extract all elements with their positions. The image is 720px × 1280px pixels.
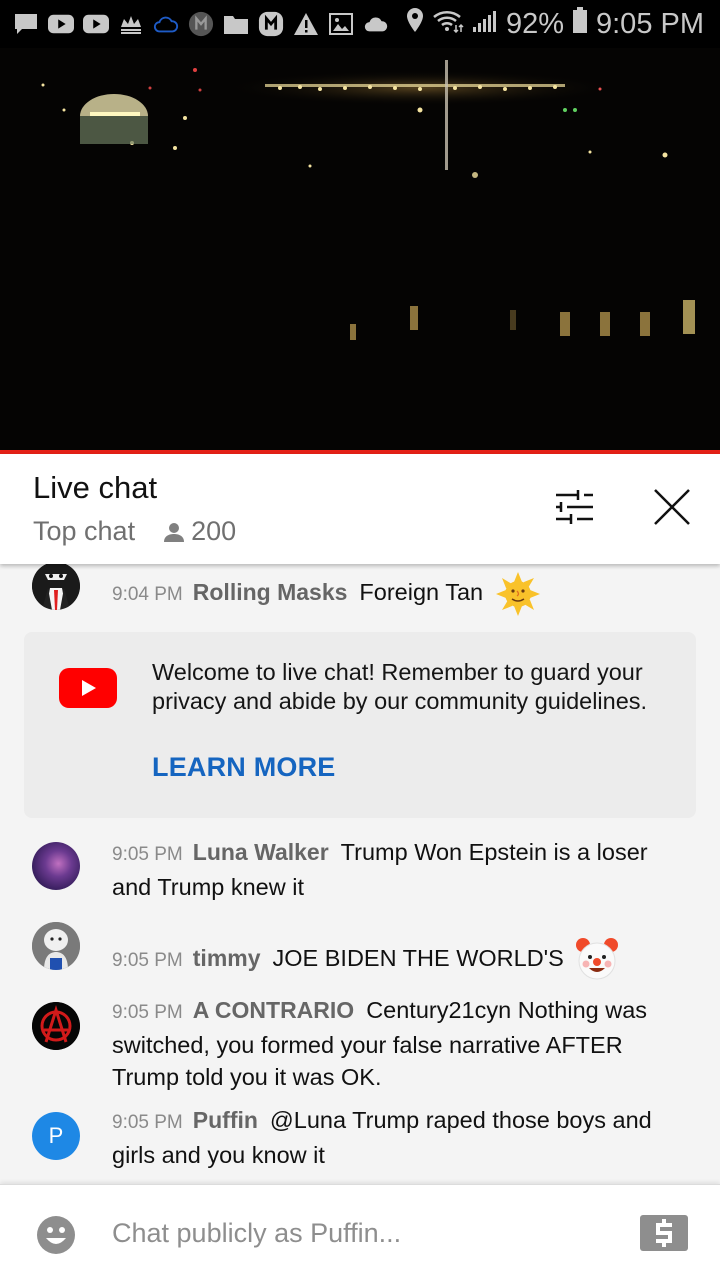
welcome-message: Welcome to live chat! Remember to guard … — [152, 659, 648, 714]
emoji-picker-button[interactable] — [36, 1215, 76, 1255]
youtube-logo-icon — [59, 668, 117, 708]
video-frame — [0, 48, 720, 450]
signal-icon — [472, 8, 498, 41]
anarchy-symbol-icon — [32, 1002, 80, 1050]
cloud-outline-icon — [153, 11, 179, 37]
flagpole — [445, 60, 448, 170]
message-content: 9:04 PM Rolling Masks Foreign Tan — [112, 572, 682, 616]
message-author[interactable]: Rolling Masks — [193, 579, 348, 605]
super-chat-button[interactable] — [640, 1215, 688, 1251]
close-icon — [654, 489, 690, 525]
battery-icon — [572, 6, 588, 42]
avatar[interactable] — [32, 564, 80, 610]
sliders-icon — [556, 490, 593, 524]
mask-avatar-icon — [32, 564, 80, 610]
person-icon — [164, 522, 185, 542]
message-author[interactable]: Puffin — [193, 1107, 258, 1133]
live-chat-title: Live chat — [33, 470, 158, 505]
chat-messages-list[interactable]: 9:04 PM Rolling Masks Foreign Tan Welcome … — [0, 564, 720, 1184]
message-author[interactable]: Luna Walker — [193, 839, 329, 865]
avatar[interactable]: P — [32, 1112, 80, 1160]
message-author[interactable]: A CONTRARIO — [193, 997, 354, 1023]
message-timestamp: 9:05 PM — [112, 1112, 183, 1133]
status-bar: 92% 9:05 PM — [0, 0, 720, 48]
avatar-initial: P — [48, 1123, 64, 1148]
message-timestamp: 9:04 PM — [112, 584, 183, 606]
message-icon — [13, 11, 39, 37]
live-chat-header: Live chat Top chat 200 — [0, 454, 720, 564]
message-content: 9:05 PM Puffin @Luna Trump raped those boy… — [112, 1104, 682, 1171]
message-text: JOE BIDEN THE WORLD'S — [272, 945, 564, 972]
cloud-icon — [363, 11, 389, 37]
sun-with-face-emoji — [490, 572, 542, 616]
avatar[interactable] — [32, 1002, 80, 1050]
mascot-avatar-icon — [32, 922, 80, 970]
message-timestamp: 9:05 PM — [112, 1002, 183, 1023]
smiley-icon — [37, 1216, 75, 1254]
avatar[interactable] — [32, 842, 80, 890]
chat-mode-row[interactable]: Top chat 200 — [33, 516, 236, 547]
warning-icon — [293, 11, 319, 37]
battery-percent: 92% — [505, 7, 564, 40]
viewer-count-value: 200 — [191, 516, 237, 546]
youtube-icon — [83, 11, 109, 37]
folder-icon — [223, 11, 249, 37]
youtube-icon — [48, 11, 74, 37]
clown-face-emoji — [570, 936, 620, 984]
image-icon — [328, 11, 354, 37]
chat-input-bar — [0, 1184, 720, 1280]
message-content: 9:05 PM A CONTRARIO Century21cyn Nothing w… — [112, 994, 682, 1093]
message-content: 9:05 PM timmy JOE BIDEN THE WORLD'S — [112, 936, 682, 984]
m-app-icon — [258, 11, 284, 37]
notification-icons — [0, 11, 389, 37]
m-app-icon — [188, 11, 214, 37]
system-status: 92% 9:05 PM — [406, 0, 704, 48]
viewer-count: 200 — [163, 516, 236, 547]
message-timestamp: 9:05 PM — [112, 950, 183, 972]
close-button[interactable] — [647, 482, 697, 532]
video-player[interactable] — [0, 48, 720, 450]
message-content: 9:05 PM Luna Walker Trump Won Epstein is a… — [112, 836, 682, 903]
wifi-icon — [432, 8, 464, 41]
crown-icon — [118, 11, 144, 37]
message-text: Foreign Tan — [359, 579, 484, 606]
clock: 9:05 PM — [596, 7, 704, 40]
dome-monument — [80, 94, 148, 144]
learn-more-link[interactable]: LEARN MORE — [152, 752, 336, 783]
filter-button[interactable] — [550, 482, 600, 532]
chat-message-input[interactable] — [112, 1211, 612, 1255]
location-icon — [406, 7, 424, 41]
chat-mode-selector[interactable]: Top chat — [33, 516, 135, 547]
message-author[interactable]: timmy — [193, 945, 261, 971]
welcome-card: Welcome to live chat! Remember to guard … — [24, 632, 696, 818]
avatar[interactable] — [32, 922, 80, 970]
message-timestamp: 9:05 PM — [112, 844, 183, 865]
dollar-icon — [656, 1219, 672, 1247]
